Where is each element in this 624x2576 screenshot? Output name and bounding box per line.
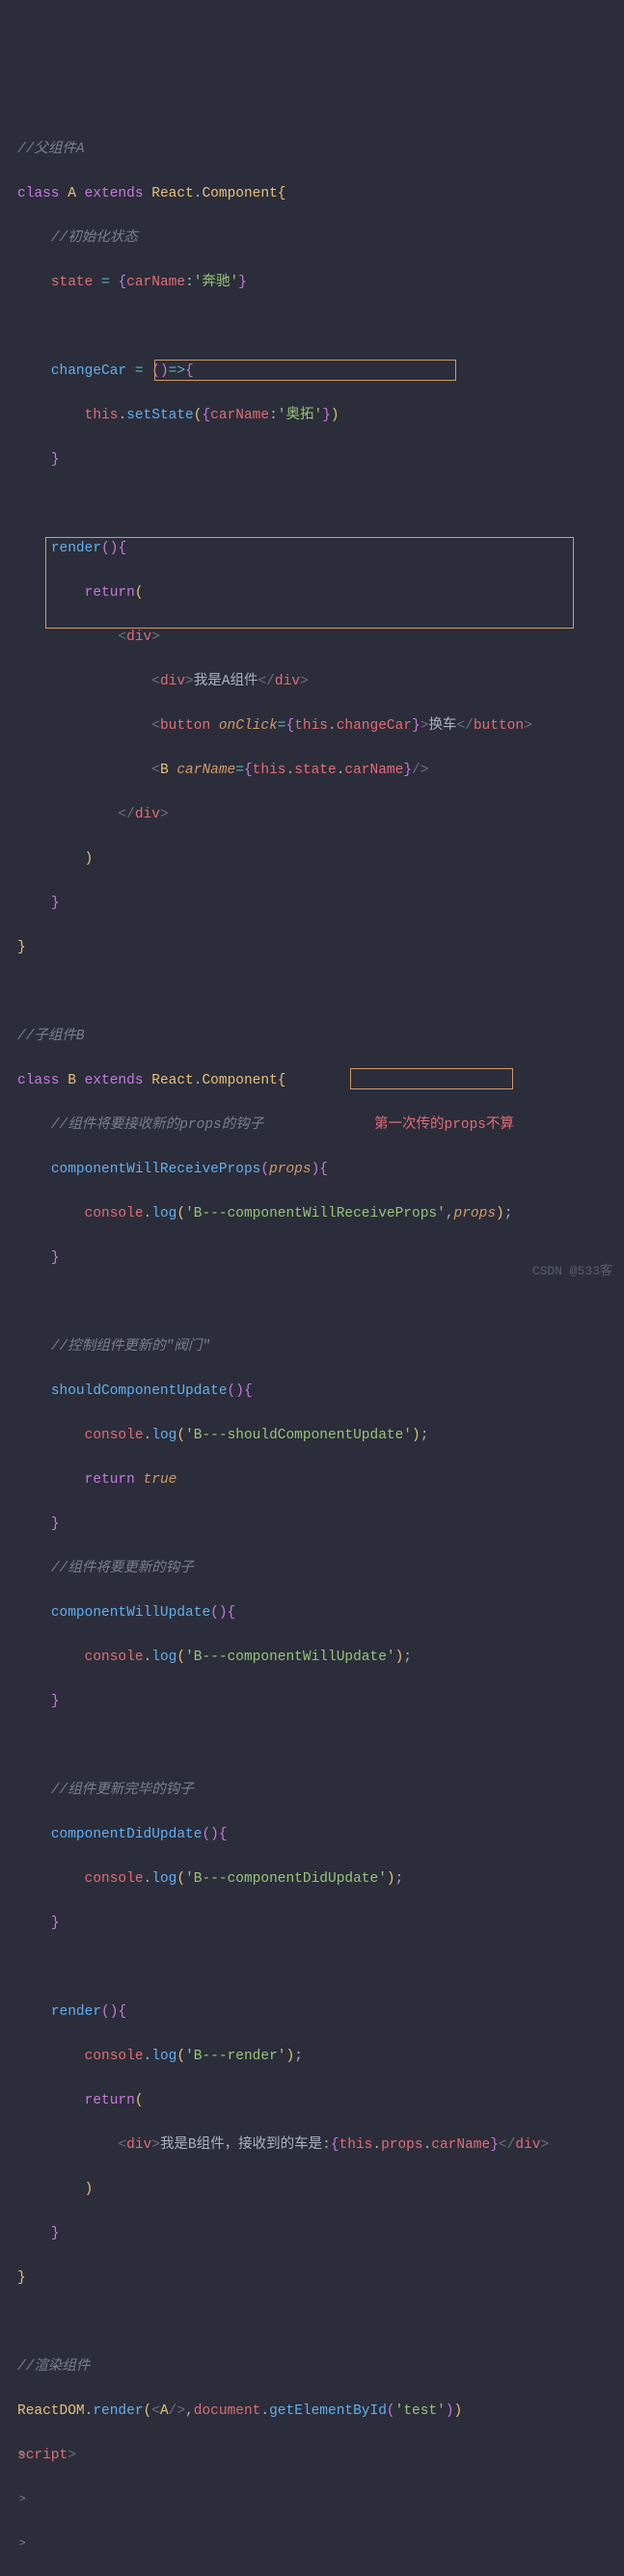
code-line: <div>我是A组件</div> — [17, 671, 624, 693]
code-line: <div> — [17, 627, 624, 649]
code-line: changeCar = ()=>{ — [17, 361, 624, 383]
code-line: } — [17, 1514, 624, 1536]
code-line: return( — [17, 582, 624, 604]
code-line: class A extends React.Component{ — [17, 183, 624, 205]
code-line: return( — [17, 2090, 624, 2112]
code-line: class B extends React.Component{ — [17, 1070, 624, 1092]
code-line: } — [17, 2223, 624, 2245]
watermark-text: CSDN @533客 — [532, 1260, 612, 1282]
code-line: componentWillUpdate(){ — [17, 1602, 624, 1624]
code-line: } — [17, 1691, 624, 1713]
code-line: return true — [17, 1469, 624, 1491]
code-line: componentWillReceiveProps(props){ — [17, 1159, 624, 1181]
code-line: } — [17, 1913, 624, 1935]
code-line: <div>我是B组件，接收到的车是:{this.props.carName}</… — [17, 2134, 624, 2157]
code-line: //父组件A — [17, 139, 624, 161]
code-line: <B carName={this.state.carName}/> — [17, 760, 624, 782]
code-line — [17, 1957, 624, 1979]
code-line: //组件将要更新的钩子 — [17, 1558, 624, 1580]
code-line: console.log('B---componentWillUpdate'); — [17, 1647, 624, 1669]
code-line — [17, 316, 624, 338]
code-line: shouldComponentUpdate(){ — [17, 1381, 624, 1403]
code-line: render(){ — [17, 2001, 624, 2024]
code-line: <button onClick={this.changeCar}>换车</but… — [17, 715, 624, 738]
code-line: console.log('B---componentDidUpdate'); — [17, 1868, 624, 1891]
code-line: //控制组件更新的"阀门" — [17, 1336, 624, 1358]
code-line — [17, 981, 624, 1004]
code-line: ) — [17, 2179, 624, 2201]
code-line: //渲染组件 — [17, 2356, 624, 2378]
code-line: this.setState({carName:'奥拓'}) — [17, 405, 624, 427]
code-line: //组件更新完毕的钩子 — [17, 1780, 624, 1802]
fold-indicator-icon: > — [19, 2489, 26, 2511]
code-line: console.log('B---render'); — [17, 2046, 624, 2068]
code-line: console.log('B---shouldComponentUpdate')… — [17, 1425, 624, 1447]
code-line: > — [17, 2489, 624, 2511]
code-line: >script> — [17, 2445, 624, 2467]
code-line — [17, 2312, 624, 2334]
code-line: //初始化状态 — [17, 228, 624, 250]
code-line — [17, 1735, 624, 1758]
code-line: } — [17, 449, 624, 471]
code-line: ReactDOM.render(<A/>,document.getElement… — [17, 2401, 624, 2423]
code-line: render(){ — [17, 538, 624, 560]
code-line: } — [17, 937, 624, 959]
code-line — [17, 1292, 624, 1314]
code-editor[interactable]: //父组件A class A extends React.Component{ … — [0, 0, 624, 2576]
code-line — [17, 494, 624, 516]
annotation-text: 第一次传的props不算 — [374, 1114, 514, 1137]
code-line: } — [17, 2267, 624, 2290]
code-line: componentDidUpdate(){ — [17, 1824, 624, 1846]
code-line: //子组件B — [17, 1026, 624, 1048]
code-line: </div> — [17, 804, 624, 826]
code-line: ) — [17, 848, 624, 871]
fold-indicator-icon: > — [19, 2534, 26, 2556]
code-line: console.log('B---componentWillReceivePro… — [17, 1203, 624, 1225]
code-line: } — [17, 893, 624, 915]
fold-indicator-icon: > — [19, 2445, 26, 2467]
code-line: //组件将要接收新的props的钩子第一次传的props不算 — [17, 1114, 624, 1137]
code-line: > — [17, 2534, 624, 2556]
code-line: state = {carName:'奔驰'} — [17, 272, 624, 294]
